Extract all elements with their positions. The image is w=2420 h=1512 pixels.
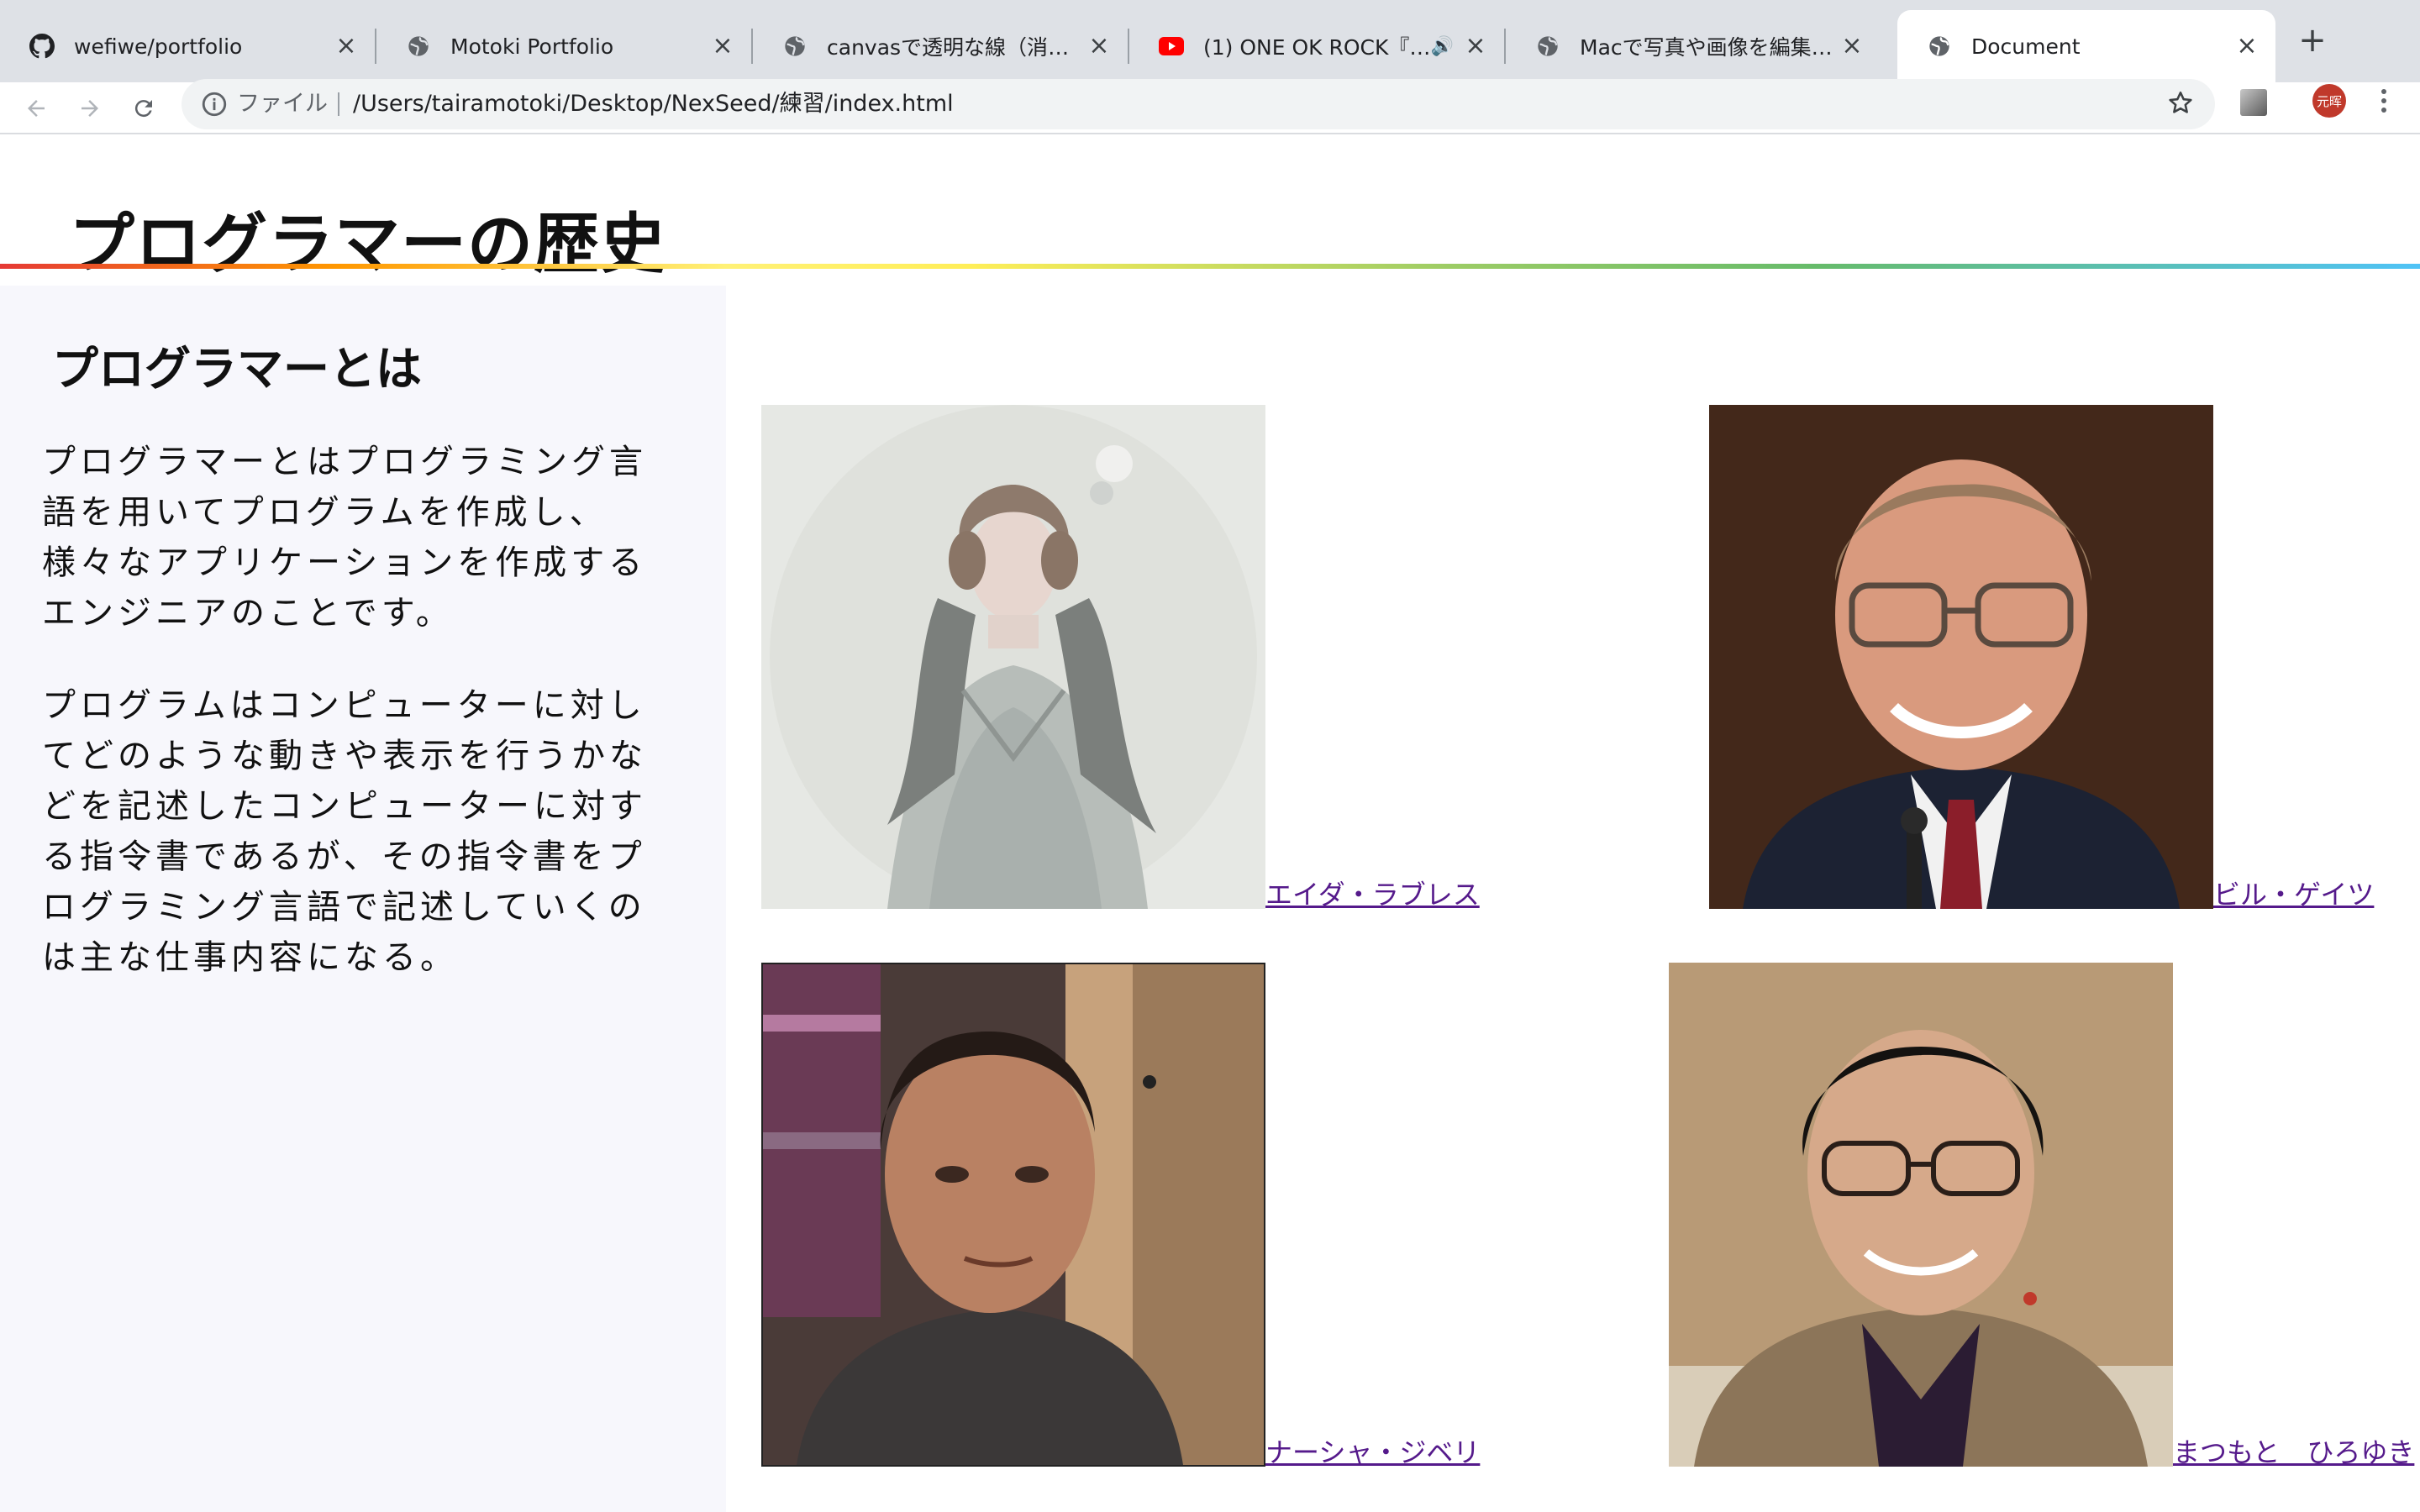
tab-canvas-eraser[interactable]: canvasで透明な線（消しゴム） × bbox=[753, 10, 1129, 82]
tab-title: Document bbox=[1971, 34, 2081, 59]
sidebar-paragraph: プログラムはコンピューターに対してどのような動きや表示を行うかなどを記述したコン… bbox=[42, 686, 647, 977]
rainbow-divider bbox=[0, 264, 2420, 269]
page-title: プログラマーの歴史 bbox=[69, 207, 667, 282]
address-bar[interactable]: ファイル /Users/tairamotoki/Desktop/NexSeed/… bbox=[182, 79, 2215, 129]
sidebar-paragraph: プログラマーとはプログラミング言語を用いてプログラムを作成し、様々なアプリケーシ… bbox=[42, 443, 647, 633]
portrait-image bbox=[1669, 963, 2173, 1467]
tab-title: Motoki Portfolio bbox=[450, 34, 614, 59]
tab-youtube-one-ok-rock[interactable]: (1) ONE OK ROCK『キミシダイ列車』 🔊 × bbox=[1129, 10, 1506, 82]
tab-title: wefiwe/portfolio bbox=[74, 34, 243, 59]
back-button[interactable] bbox=[17, 89, 55, 128]
page-content: プログラマーの歴史 プログラマーとは プログラマーとはプログラミング言語を用いて… bbox=[0, 133, 2420, 1512]
close-icon[interactable]: × bbox=[709, 33, 736, 60]
globe-icon bbox=[1534, 33, 1561, 60]
person-card: ビル・ゲイツ bbox=[1709, 405, 2374, 912]
arrow-left-icon bbox=[28, 100, 45, 117]
divider bbox=[338, 92, 339, 116]
close-icon[interactable]: × bbox=[1462, 33, 1489, 60]
reload-button[interactable] bbox=[124, 89, 163, 128]
tab-strip: wefiwe/portfolio × Motoki Portfolio × ca… bbox=[0, 0, 2420, 82]
person-card: ナーシャ・ジベリ bbox=[761, 963, 1480, 1470]
star-icon[interactable] bbox=[2166, 89, 2196, 119]
url-text[interactable]: /Users/tairamotoki/Desktop/NexSeed/練習/in… bbox=[353, 79, 954, 129]
tab-github-portfolio[interactable]: wefiwe/portfolio × bbox=[0, 10, 376, 82]
globe-icon bbox=[781, 33, 808, 60]
person-card: まつもと ひろゆき bbox=[1669, 963, 2414, 1470]
close-icon[interactable]: × bbox=[1086, 33, 1113, 60]
github-icon bbox=[29, 33, 55, 60]
more-menu-icon[interactable] bbox=[2371, 84, 2396, 118]
portrait-image bbox=[761, 963, 1265, 1467]
forward-button[interactable] bbox=[71, 89, 109, 128]
speaker-icon[interactable]: 🔊 bbox=[1431, 36, 1454, 57]
tab-motoki-portfolio[interactable]: Motoki Portfolio × bbox=[376, 10, 753, 82]
avatar[interactable]: 元晖 bbox=[2312, 84, 2346, 118]
tab-title: (1) ONE OK ROCK『キミシダイ列車』 bbox=[1203, 35, 1431, 60]
close-icon[interactable]: × bbox=[2233, 33, 2260, 60]
person-link[interactable]: ナーシャ・ジベリ bbox=[1265, 1431, 1480, 1470]
portrait-image bbox=[1709, 405, 2213, 909]
person-link[interactable]: エイダ・ラブレス bbox=[1265, 874, 1480, 912]
globe-icon bbox=[1926, 33, 1953, 60]
tab-document-active[interactable]: Document × bbox=[1897, 10, 2275, 82]
reload-icon bbox=[134, 100, 152, 118]
globe-icon bbox=[405, 33, 432, 60]
sidebar: プログラマーとは プログラマーとはプログラミング言語を用いてプログラムを作成し、… bbox=[0, 286, 726, 1512]
person-link[interactable]: ビル・ゲイツ bbox=[2213, 874, 2374, 912]
youtube-icon bbox=[1158, 33, 1185, 60]
tab-title: Macで写真や画像を編集でサイズ bbox=[1580, 35, 1839, 60]
info-icon[interactable] bbox=[200, 90, 229, 118]
extension-icon[interactable] bbox=[2240, 89, 2267, 116]
new-tab-button[interactable]: + bbox=[2294, 21, 2331, 60]
sidebar-heading: プログラマーとは bbox=[52, 342, 423, 396]
arrow-right-icon bbox=[82, 100, 98, 117]
close-icon[interactable]: × bbox=[1839, 33, 1865, 60]
scheme-label: ファイル bbox=[237, 91, 328, 117]
tab-title: canvasで透明な線（消しゴム） bbox=[827, 35, 1086, 60]
person-card: エイダ・ラブレス bbox=[761, 405, 1480, 912]
person-link[interactable]: まつもと ひろゆき bbox=[2173, 1431, 2414, 1470]
portrait-image bbox=[761, 405, 1265, 909]
tab-mac-photo-edit[interactable]: Macで写真や画像を編集でサイズ × bbox=[1506, 10, 1881, 82]
close-icon[interactable]: × bbox=[333, 33, 360, 60]
